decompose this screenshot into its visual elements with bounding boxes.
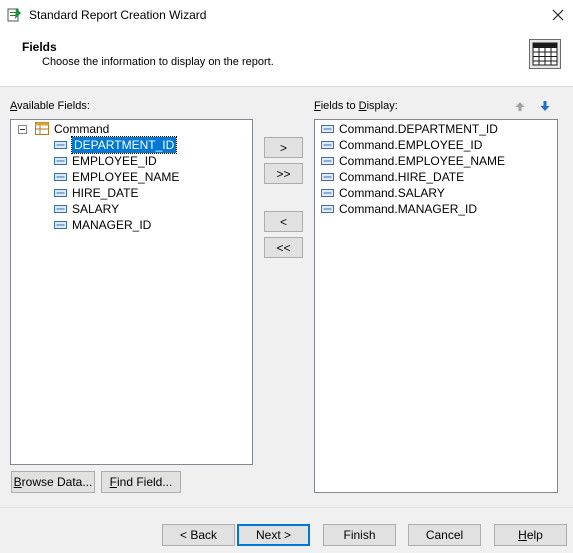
available-field-item[interactable]: EMPLOYEE_NAME [72,169,179,185]
tree-root-command[interactable]: Command [54,121,109,137]
field-icon [54,205,67,213]
field-icon [321,205,334,213]
wizard-icon [7,8,21,22]
fields-to-display-label: Fields to Display: [314,100,398,112]
available-fields-tree[interactable]: Command DEPARTMENT_ID EMPLOYEE_ID EMPLOYEE… [10,119,253,465]
add-field-button[interactable]: > [264,137,303,158]
field-icon [54,189,67,197]
display-field-item[interactable]: Command.DEPARTMENT_ID [339,121,498,137]
field-icon [321,189,334,197]
field-icon [54,157,67,165]
available-field-item[interactable]: MANAGER_ID [72,217,151,233]
close-icon [552,9,564,21]
window-title: Standard Report Creation Wizard [29,8,207,22]
available-fields-label: Available Fields: [10,100,90,112]
display-field-item[interactable]: Command.EMPLOYEE_ID [339,137,482,153]
collapse-icon[interactable] [18,125,27,134]
arrow-up-icon[interactable] [514,100,526,112]
display-field-item[interactable]: Command.EMPLOYEE_NAME [339,153,505,169]
available-field-item[interactable]: SALARY [72,201,119,217]
display-field-item[interactable]: Command.MANAGER_ID [339,201,477,217]
back-button[interactable]: < Back [162,524,235,546]
field-icon [54,173,67,181]
help-button[interactable]: Help [494,524,567,546]
page-title: Fields [22,40,57,54]
close-button[interactable] [546,4,570,26]
add-all-fields-button[interactable]: >> [264,163,303,184]
field-icon [321,141,334,149]
display-field-item[interactable]: Command.SALARY [339,185,445,201]
cancel-button[interactable]: Cancel [408,524,481,546]
display-field-item[interactable]: Command.HIRE_DATE [339,169,464,185]
title-bar: Standard Report Creation Wizard [0,0,573,30]
table-icon [35,122,49,135]
arrow-down-icon[interactable] [539,100,551,112]
field-icon [321,173,334,181]
browse-data-button[interactable]: Browse Data... [11,471,95,493]
finish-button[interactable]: Finish [323,524,396,546]
remove-field-button[interactable]: < [264,211,303,232]
field-icon [54,221,67,229]
find-field-button[interactable]: Find Field... [101,471,181,493]
field-icon [321,157,334,165]
report-table-icon [529,39,561,69]
footer-divider [0,507,573,508]
available-field-item[interactable]: DEPARTMENT_ID [70,136,178,154]
field-icon [54,141,67,149]
fields-to-display-list[interactable]: Command.DEPARTMENT_ID Command.EMPLOYEE_ID… [314,119,558,493]
field-icon [321,125,334,133]
page-subtitle: Choose the information to display on the… [42,56,274,68]
available-field-item[interactable]: EMPLOYEE_ID [72,153,157,169]
next-button[interactable]: Next > [237,524,310,546]
remove-all-fields-button[interactable]: << [264,237,303,258]
available-field-item[interactable]: HIRE_DATE [72,185,138,201]
wizard-header: Fields Choose the information to display… [0,30,573,87]
